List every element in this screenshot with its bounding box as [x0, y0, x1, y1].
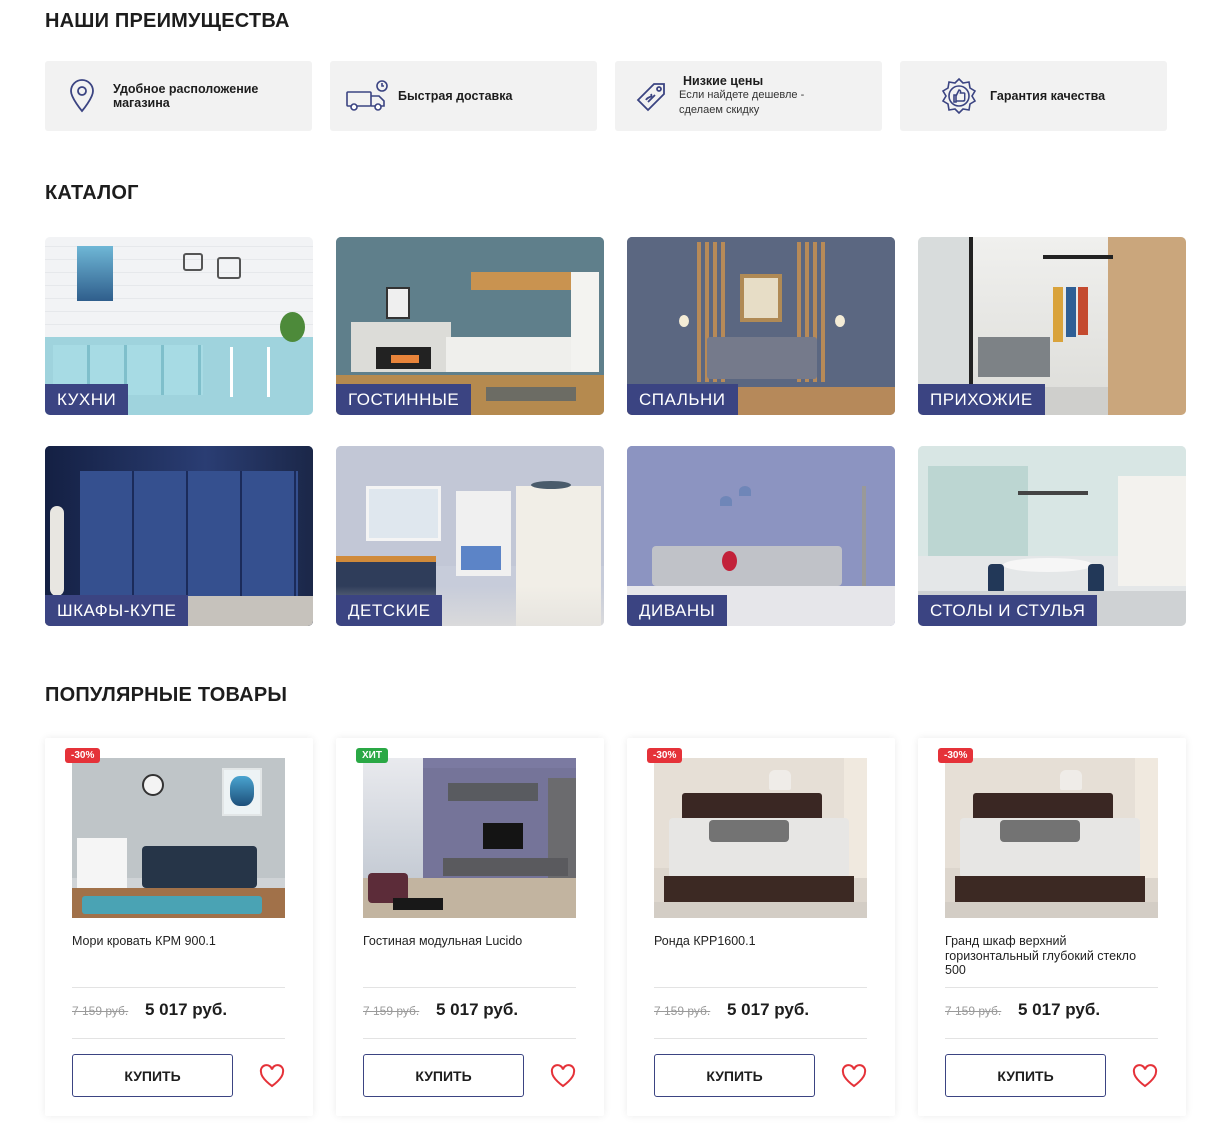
old-price: 7 159 руб. [363, 1004, 420, 1018]
advantages-title: НАШИ ПРЕИМУЩЕСТВА [45, 10, 290, 32]
catalog-item-label: СТОЛЫ И СТУЛЬЯ [918, 595, 1098, 626]
price: 5 017 руб. [145, 1000, 228, 1019]
heart-icon[interactable] [259, 1064, 285, 1088]
product-card: -30% Гранд шкаф верхний горизонтальный г… [918, 738, 1186, 1116]
catalog-item-wardrobes[interactable]: ШКАФЫ-КУПЕ [45, 446, 313, 626]
advantages-list: Удобное расположение магазина Быстрая до… [45, 61, 1167, 131]
catalog-item-sofas[interactable]: ДИВАНЫ [627, 446, 895, 626]
price: 5 017 руб. [1018, 1000, 1101, 1019]
advantage-location: Удобное расположение магазина [45, 61, 312, 131]
catalog-item-label: ГОСТИННЫЕ [336, 384, 472, 415]
advantage-delivery: Быстрая доставка [330, 61, 597, 131]
advantage-label: Быстрая доставка [398, 89, 513, 103]
product-image[interactable] [363, 758, 576, 918]
old-price: 7 159 руб. [72, 1004, 129, 1018]
divider [654, 987, 867, 988]
heart-icon[interactable] [1132, 1064, 1158, 1088]
buy-button[interactable]: КУПИТЬ [72, 1054, 233, 1097]
advantage-label: Низкие цены [683, 74, 764, 88]
divider [945, 1038, 1158, 1039]
catalog-item-living-rooms[interactable]: ГОСТИННЫЕ [336, 237, 604, 415]
price-tag-icon [629, 73, 675, 119]
advantage-label: Удобное расположение магазина [113, 82, 259, 110]
discount-badge: -30% [65, 748, 101, 763]
delivery-truck-icon [344, 73, 390, 119]
catalog-item-kids[interactable]: ДЕТСКИЕ [336, 446, 604, 626]
catalog-item-label: ШКАФЫ-КУПЕ [45, 595, 189, 626]
product-card: ХИТ Гостиная модульная Lucido 7 159 руб.… [336, 738, 604, 1116]
catalog-grid: КУХНИ ГОСТИННЫЕ СПАЛЬНИ ПРИХОЖИЕ ШКАФЫ-К… [45, 237, 1186, 626]
old-price: 7 159 руб. [945, 1004, 1002, 1018]
buy-button[interactable]: КУПИТЬ [654, 1054, 815, 1097]
popular-title: ПОПУЛЯРНЫЕ ТОВАРЫ [45, 684, 288, 706]
catalog-item-bedrooms[interactable]: СПАЛЬНИ [627, 237, 895, 415]
product-name[interactable]: Гранд шкаф верхний горизонтальный глубок… [945, 934, 1160, 978]
old-price: 7 159 руб. [654, 1004, 711, 1018]
product-image[interactable] [945, 758, 1158, 918]
advantage-sublabel: Если найдете дешевле - сделаем скидку [679, 89, 805, 116]
advantage-label: Гарантия качества [990, 89, 1106, 103]
product-card: -30% Ронда КРР1600.1 7 159 руб. 5 017 ру… [627, 738, 895, 1116]
price: 5 017 руб. [727, 1000, 810, 1019]
divider [363, 1038, 576, 1039]
divider [72, 1038, 285, 1039]
quality-badge-icon [936, 73, 982, 119]
catalog-item-label: ПРИХОЖИЕ [918, 384, 1045, 415]
divider [654, 1038, 867, 1039]
hit-badge: ХИТ [356, 748, 388, 763]
buy-button[interactable]: КУПИТЬ [363, 1054, 524, 1097]
product-image[interactable] [654, 758, 867, 918]
catalog-item-kitchens[interactable]: КУХНИ [45, 237, 313, 415]
product-name[interactable]: Гостиная модульная Lucido [363, 934, 578, 949]
catalog-item-label: ДЕТСКИЕ [336, 595, 443, 626]
product-image[interactable] [72, 758, 285, 918]
catalog-title: КАТАЛОГ [45, 182, 139, 204]
products-list: -30% Мори кровать КРМ 900.1 7 159 руб. 5… [45, 738, 1186, 1116]
divider [72, 987, 285, 988]
catalog-item-label: СПАЛЬНИ [627, 384, 738, 415]
catalog-item-label: КУХНИ [45, 384, 129, 415]
advantage-quality: Гарантия качества [900, 61, 1167, 131]
product-name[interactable]: Ронда КРР1600.1 [654, 934, 869, 949]
advantage-prices: Низкие цены Если найдете дешевле - сдела… [615, 61, 882, 131]
product-card: -30% Мори кровать КРМ 900.1 7 159 руб. 5… [45, 738, 313, 1116]
product-name[interactable]: Мори кровать КРМ 900.1 [72, 934, 287, 949]
discount-badge: -30% [647, 748, 683, 763]
divider [945, 987, 1158, 988]
price: 5 017 руб. [436, 1000, 519, 1019]
catalog-item-tables-chairs[interactable]: СТОЛЫ И СТУЛЬЯ [918, 446, 1186, 626]
location-pin-icon [59, 73, 105, 119]
buy-button[interactable]: КУПИТЬ [945, 1054, 1106, 1097]
divider [363, 987, 576, 988]
heart-icon[interactable] [550, 1064, 576, 1088]
catalog-item-label: ДИВАНЫ [627, 595, 728, 626]
catalog-item-hallways[interactable]: ПРИХОЖИЕ [918, 237, 1186, 415]
discount-badge: -30% [938, 748, 974, 763]
heart-icon[interactable] [841, 1064, 867, 1088]
